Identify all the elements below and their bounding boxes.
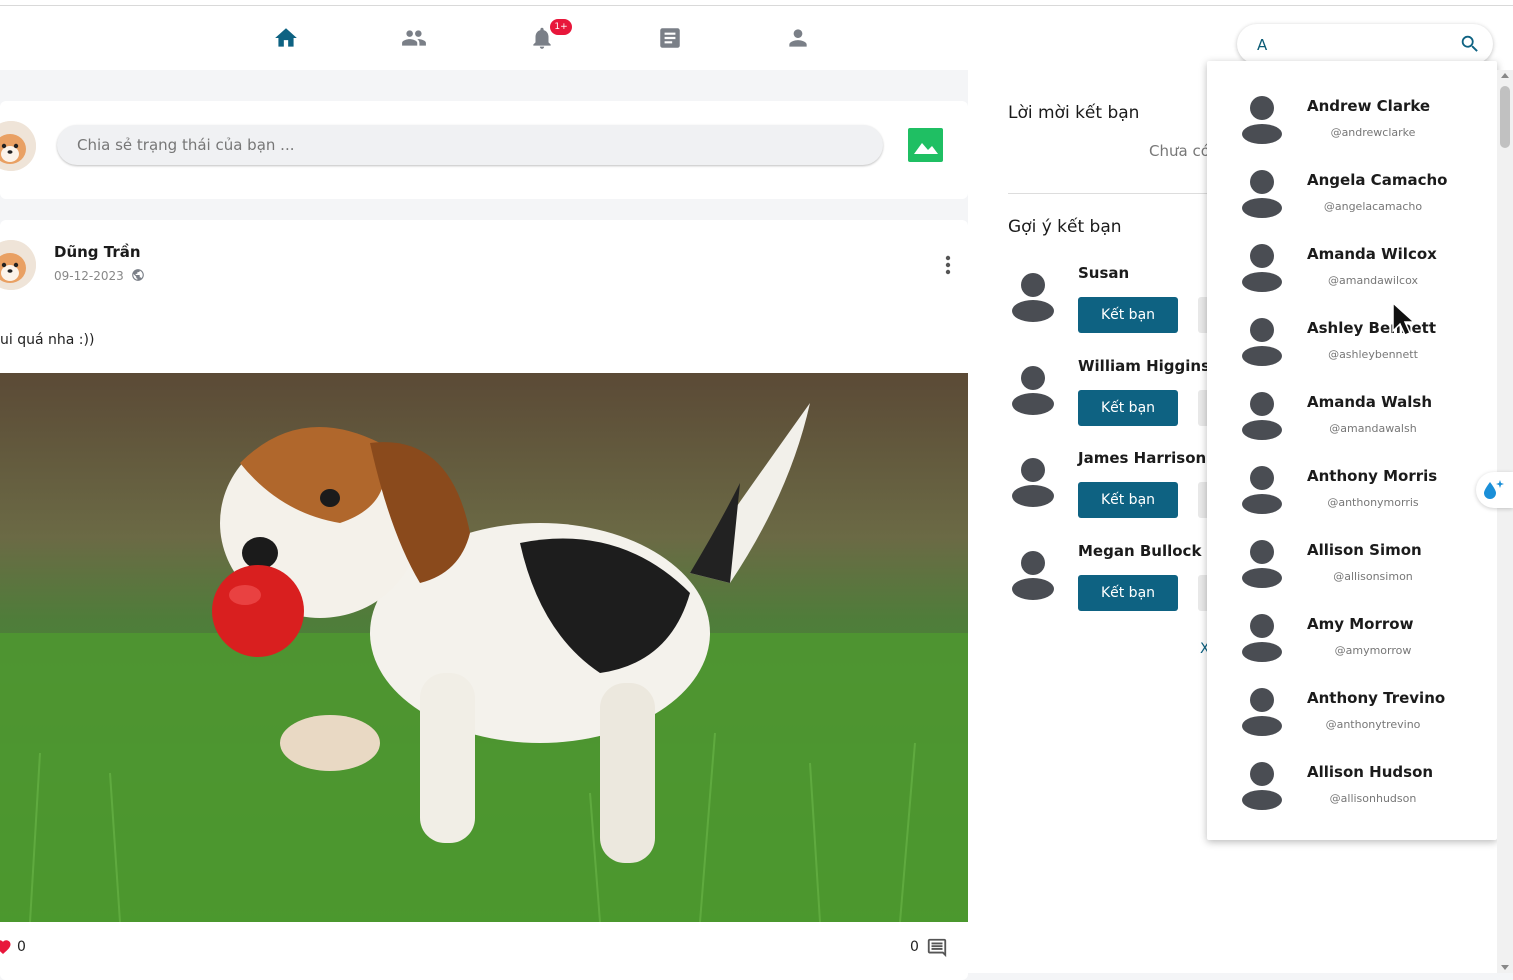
globe-icon <box>132 269 144 281</box>
search-result-name: Amanda Walsh <box>1307 393 1433 411</box>
search-result-name: Angela Camacho <box>1307 171 1448 189</box>
search-result-name: Anthony Trevino <box>1307 689 1446 707</box>
search-input[interactable] <box>1255 30 1449 60</box>
heart-icon[interactable] <box>0 938 12 956</box>
post-image[interactable] <box>0 373 968 922</box>
beagle-puppy-image <box>0 373 968 922</box>
post-author-name[interactable]: Dũng Trần <box>54 243 141 261</box>
search-result-item[interactable]: Anthony Morris @anthonymorris <box>1207 431 1497 514</box>
search-result-item[interactable]: Amanda Walsh @amandawalsh <box>1207 357 1497 440</box>
nav-friends[interactable] <box>394 20 434 56</box>
suggestion-name[interactable]: Susan <box>1078 264 1129 282</box>
divider <box>1008 193 1228 194</box>
comment-count: 0 <box>910 939 919 955</box>
nav-notifications[interactable]: 1+ <box>522 19 572 56</box>
image-icon[interactable] <box>908 128 943 162</box>
composer <box>0 101 968 199</box>
user-avatar-icon <box>1012 458 1054 507</box>
sparkle-drop-icon <box>1484 480 1504 499</box>
my-avatar[interactable] <box>0 121 36 171</box>
search-results-dropdown: Andrew Clarke @andrewclarke Angela Camacho… <box>1207 61 1497 840</box>
post-author-avatar[interactable] <box>0 240 36 290</box>
status-input[interactable] <box>57 125 883 165</box>
newsfeed-icon <box>660 28 680 48</box>
search-result-username: @allisonhudson <box>1329 792 1417 805</box>
search-result-item[interactable]: Angela Camacho @angelacamacho <box>1207 135 1497 218</box>
post-card: Dũng Trần 09-12-2023 ui quá nha :)) 0 0 <box>0 220 968 980</box>
add-friend-button[interactable]: Kết bạn <box>1078 297 1178 333</box>
search-icon[interactable] <box>1459 33 1481 55</box>
profile-icon <box>789 29 807 47</box>
post-date: 09-12-2023 <box>54 269 124 283</box>
search-result-item[interactable]: Ashley Bennett @ashleybennett <box>1207 283 1497 366</box>
more-options-icon[interactable] <box>938 254 958 276</box>
friend-requests-empty: Chưa có <box>1149 142 1210 160</box>
friends-icon <box>402 30 426 46</box>
search-result-name: Amy Morrow <box>1307 615 1414 633</box>
floating-widget[interactable] <box>1476 472 1513 508</box>
search-result-item[interactable]: Amanda Wilcox @amandawilcox <box>1207 209 1497 292</box>
nav-profile[interactable] <box>778 20 818 56</box>
search-result-name: Andrew Clarke <box>1307 97 1431 115</box>
search-result-item[interactable]: Amy Morrow @amymorrow <box>1207 579 1497 662</box>
friend-suggestions-title: Gợi ý kết bạn <box>1008 217 1122 237</box>
search-result-item[interactable]: Anthony Trevino @anthonytrevino <box>1207 653 1497 736</box>
home-icon <box>275 28 297 47</box>
user-avatar-icon <box>1012 273 1054 322</box>
post-text: ui quá nha :)) <box>0 332 95 348</box>
scroll-thumb[interactable] <box>1500 86 1510 148</box>
search-result-item[interactable]: Andrew Clarke @andrewclarke <box>1207 61 1497 144</box>
like-count: 0 <box>17 939 26 955</box>
friend-requests-title: Lời mời kết bạn <box>1008 103 1140 123</box>
search-result-name: Amanda Wilcox <box>1307 245 1437 263</box>
search-result-name: Allison Hudson <box>1307 763 1434 781</box>
search-result-item[interactable]: Allison Hudson @allisonhudson <box>1207 727 1497 810</box>
search-result-item[interactable]: Allison Simon @allisonsimon <box>1207 505 1497 588</box>
dog-avatar-image <box>0 121 36 171</box>
search-result-name: Anthony Morris <box>1307 467 1438 485</box>
scroll-down-arrow[interactable] <box>1501 965 1509 970</box>
suggestion-name[interactable]: James Harrison <box>1078 449 1206 467</box>
scrollbar[interactable] <box>1497 70 1513 973</box>
search-result-name: Ashley Bennett <box>1307 319 1437 337</box>
nav-home[interactable] <box>266 20 306 56</box>
comment-icon[interactable] <box>926 937 948 959</box>
search-box <box>1237 24 1493 64</box>
scroll-up-arrow[interactable] <box>1501 73 1509 78</box>
user-avatar-icon <box>1012 366 1054 415</box>
add-friend-button[interactable]: Kết bạn <box>1078 482 1178 518</box>
dog-avatar-image <box>0 240 36 290</box>
user-avatar-icon <box>1012 551 1054 600</box>
add-friend-button[interactable]: Kết bạn <box>1078 575 1178 611</box>
suggestion-name[interactable]: Megan Bullock <box>1078 542 1201 560</box>
suggestion-name[interactable]: William Higgins <box>1078 357 1210 375</box>
nav-newsfeed[interactable] <box>650 20 690 56</box>
user-avatar-icon <box>1242 762 1282 810</box>
mouse-cursor-icon <box>1392 302 1415 336</box>
search-result-name: Allison Simon <box>1307 541 1422 559</box>
add-friend-button[interactable]: Kết bạn <box>1078 390 1178 426</box>
notification-badge: 1+ <box>550 19 572 35</box>
